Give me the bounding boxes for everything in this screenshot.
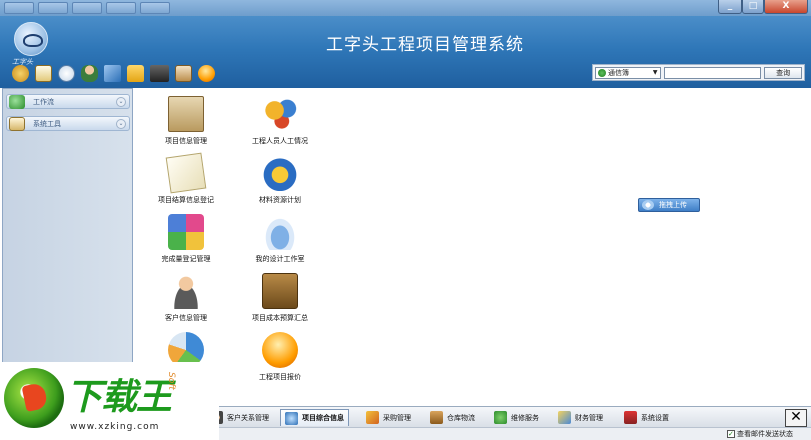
module-label: 完成量登记管理 (161, 255, 211, 263)
module-material-plan[interactable]: 材料资源计划 (232, 155, 328, 211)
user-icon[interactable] (81, 65, 98, 82)
module-quotation[interactable]: 工程项目报价 (232, 332, 328, 388)
computer-icon[interactable] (104, 65, 121, 82)
sidebar-group-workflow[interactable]: 工作流 ⌄ (6, 94, 130, 109)
watermark-logo-icon (4, 368, 64, 428)
module-design-studio[interactable]: 我的设计工作室 (232, 214, 328, 270)
tab-label: 采购管理 (383, 413, 411, 422)
search-bar: 通信簿 ▼ 查询 (592, 64, 805, 81)
drag-upload-button[interactable]: 拖拽上传 (638, 198, 700, 212)
chevron-down-icon[interactable]: ⌄ (116, 118, 126, 129)
screen-icon[interactable] (175, 65, 192, 82)
tab-warehouse[interactable]: 仓库物流 (426, 409, 479, 426)
sidebar-group-label: 系统工具 (33, 119, 61, 128)
main-panel: 项目信息管理 工程人员人工情况 项目结算信息登记 材料资源计划 完成量登记管理 … (135, 88, 809, 406)
team-icon (262, 96, 298, 132)
close-tab-bar-button[interactable]: ✕ (785, 409, 807, 427)
search-category-value: 通信簿 (608, 68, 629, 77)
orb-icon (262, 332, 298, 368)
app-window: _ □ X 工字头 工字头工程项目管理系统 通信簿 ▼ 查询 工作流 ⌄ 系统工… (0, 0, 811, 440)
taskbar-button[interactable] (140, 2, 170, 14)
module-label: 项目成本预算汇总 (252, 314, 308, 322)
module-settlement[interactable]: 项目结算信息登记 (138, 152, 234, 211)
gear-icon[interactable] (12, 65, 29, 82)
maximize-button[interactable]: □ (742, 0, 764, 14)
watermark: 下载王 Soft www.xzking.com (0, 362, 219, 440)
chevron-down-icon[interactable]: ⌄ (116, 96, 126, 107)
clipboard-icon[interactable] (35, 65, 52, 82)
module-label: 材料资源计划 (259, 196, 301, 204)
module-project-info[interactable]: 项目信息管理 (138, 96, 234, 152)
module-label: 项目结算信息登记 (158, 196, 214, 204)
sidebar: 工作流 ⌄ 系统工具 ⌄ (2, 88, 133, 406)
star-icon (262, 155, 298, 191)
upload-label: 拖拽上传 (659, 201, 687, 209)
toolbox-icon (9, 116, 25, 131)
person-icon (168, 273, 204, 309)
search-category-select[interactable]: 通信簿 ▼ (595, 66, 661, 79)
lock-icon[interactable] (127, 65, 144, 82)
module-cost-budget[interactable]: 项目成本预算汇总 (232, 273, 328, 329)
module-label: 客户信息管理 (165, 314, 207, 322)
checkbox-checked-icon[interactable]: ✓ (727, 430, 735, 438)
mail-status-label: 查看邮件发送状态 (737, 430, 793, 438)
module-label: 工程项目报价 (259, 373, 301, 381)
module-workforce[interactable]: 工程人员人工情况 (232, 96, 328, 152)
watermark-soft: Soft (166, 372, 176, 390)
sidebar-group-label: 工作流 (33, 97, 54, 106)
sidebar-group-system-tools[interactable]: 系统工具 ⌄ (6, 116, 130, 131)
tab-label: 系统设置 (641, 413, 669, 422)
tab-purchasing[interactable]: 采购管理 (362, 409, 415, 426)
chevron-down-icon[interactable]: ▼ (651, 69, 660, 76)
tab-label: 维修服务 (511, 413, 539, 422)
briefcase-icon[interactable] (150, 65, 169, 82)
mail-status-toggle[interactable]: ✓ 查看邮件发送状态 (727, 429, 793, 439)
module-completion[interactable]: 完成量登记管理 (138, 214, 234, 270)
database-icon (285, 411, 298, 425)
folder-icon (168, 96, 204, 132)
taskbar-button[interactable] (106, 2, 136, 14)
contacts-icon (598, 68, 606, 77)
module-label: 我的设计工作室 (255, 255, 305, 263)
tab-label: 财务管理 (575, 413, 603, 422)
box-icon (366, 411, 379, 424)
module-customer-info[interactable]: 客户信息管理 (138, 273, 234, 329)
close-window-button[interactable]: X (764, 0, 808, 14)
cloud-upload-icon (642, 200, 654, 210)
app-logo-icon (14, 22, 48, 56)
app-title: 工字头工程项目管理系统 (326, 35, 524, 55)
tab-finance[interactable]: 财务管理 (554, 409, 607, 426)
module-label: 项目信息管理 (165, 137, 207, 145)
coins-icon (558, 411, 571, 424)
tab-project-overview[interactable]: 项目综合信息 (280, 409, 349, 426)
taskbar-button[interactable] (4, 2, 34, 14)
tab-label: 仓库物流 (447, 413, 475, 422)
toolbar (12, 65, 215, 83)
tab-maintenance[interactable]: 维修服务 (490, 409, 543, 426)
taskbar-button[interactable] (38, 2, 68, 14)
taskbar-button[interactable] (72, 2, 102, 14)
disc-icon (262, 214, 298, 250)
package-icon (430, 411, 443, 424)
tab-label: 客户关系管理 (227, 413, 269, 422)
search-button[interactable]: 查询 (764, 66, 802, 79)
clock-document-icon[interactable] (58, 65, 75, 82)
watermark-url: www.xzking.com (70, 422, 160, 432)
blocks-icon (168, 214, 204, 250)
document-pen-icon (165, 152, 207, 194)
service-icon (494, 411, 507, 424)
watermark-name: 下载王 (66, 377, 172, 418)
search-input[interactable] (663, 66, 762, 79)
tab-system-settings[interactable]: 系统设置 (620, 409, 673, 426)
building-icon (624, 411, 637, 424)
ledger-book-icon (262, 273, 298, 309)
module-label: 工程人员人工情况 (252, 137, 308, 145)
minimize-button[interactable]: _ (718, 0, 742, 14)
orb-icon[interactable] (198, 65, 215, 82)
window-titlebar: _ □ X (0, 0, 811, 16)
workflow-icon (9, 94, 25, 109)
tab-label: 项目综合信息 (302, 414, 344, 422)
